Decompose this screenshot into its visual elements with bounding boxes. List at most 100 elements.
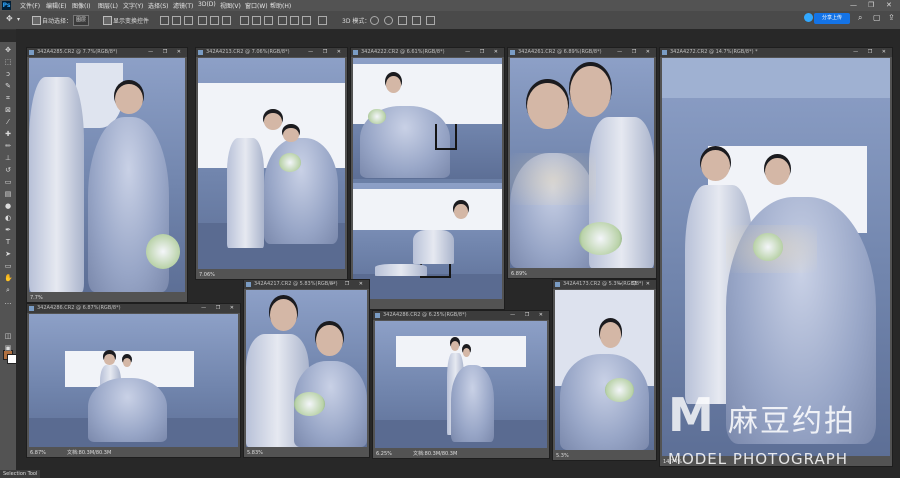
auto-select-dropdown[interactable]: 图层 (73, 15, 90, 26)
align-right-icon[interactable] (184, 16, 193, 25)
zoom-icon[interactable]: ⌕ (4, 286, 12, 294)
window-controls[interactable]: — ❐ ✕ (201, 304, 238, 313)
zoom-level[interactable]: 5.83% (247, 450, 263, 456)
search-icon[interactable]: ⌕ (858, 13, 862, 23)
align-top-icon[interactable] (198, 16, 207, 25)
eraser-icon[interactable]: ▭ (4, 178, 12, 186)
crop-icon[interactable]: ⌗ (4, 94, 12, 102)
align-middle-icon[interactable] (210, 16, 219, 25)
photo-canvas[interactable] (29, 314, 238, 447)
document-window[interactable]: 342A4286.CR2 @ 6.87%(RGB/8*) — ❐ ✕ 6.87%… (26, 303, 241, 458)
zoom-level[interactable]: 5.3% (556, 453, 569, 459)
quick-select-icon[interactable]: ✎ (4, 82, 12, 90)
document-window[interactable]: 342A4213.CR2 @ 7.06%(RGB/8*) — ❐ ✕ 7.06% (195, 47, 348, 280)
menu-help[interactable]: 帮助(H) (270, 1, 291, 10)
menu-image[interactable]: 图像(I) (72, 1, 90, 10)
share-icon[interactable]: ⇪ (888, 13, 895, 22)
move-icon[interactable]: ✥ (4, 46, 12, 54)
blur-icon[interactable]: ● (4, 202, 12, 210)
photo-canvas[interactable] (198, 58, 345, 269)
menu-3d[interactable]: 3D(D) (198, 1, 216, 8)
zoom-level[interactable]: 6.89% (511, 271, 527, 277)
3d-pan-icon[interactable] (398, 16, 407, 25)
menu-edit[interactable]: 编辑(E) (46, 1, 66, 10)
3d-slide-icon[interactable] (412, 16, 421, 25)
path-select-icon[interactable]: ➤ (4, 250, 12, 258)
window-controls[interactable]: — ❐ ✕ (148, 48, 185, 57)
gradient-icon[interactable]: ▤ (4, 190, 12, 198)
share-upload-button[interactable]: 分享上传 (814, 13, 850, 24)
lasso-icon[interactable]: ↄ (4, 70, 12, 78)
align-left-icon[interactable] (160, 16, 169, 25)
align-bottom-icon[interactable] (222, 16, 231, 25)
history-brush-icon[interactable]: ↺ (4, 166, 12, 174)
screen-mode-icon[interactable]: ▣ (4, 344, 12, 352)
healing-icon[interactable]: ✚ (4, 130, 12, 138)
pen-icon[interactable]: ✒ (4, 226, 12, 234)
eyedropper-icon[interactable]: ⁄ (4, 118, 12, 126)
auto-align-icon[interactable] (318, 16, 327, 25)
align-center-icon[interactable] (172, 16, 181, 25)
window-controls[interactable]: — ❐ ✕ (465, 48, 502, 57)
hand-icon[interactable]: ✋ (4, 274, 13, 282)
document-window[interactable]: 342A4261.CR2 @ 6.89%(RGB/8*) — ❐ ✕ 6.89% (507, 47, 657, 279)
stamp-icon[interactable]: ⊥ (4, 154, 12, 162)
distribute-right-icon[interactable] (302, 16, 311, 25)
3d-roll-icon[interactable] (384, 16, 393, 25)
document-window[interactable]: 342A4217.CR2 @ 5.83%(RGB/8*) — ❐ ✕ 5.83% (243, 279, 370, 458)
window-controls[interactable]: — ❐ ✕ (308, 48, 345, 57)
document-window[interactable]: 342A4222.CR2 @ 6.61%(RGB/8*) — ❐ ✕ (350, 47, 505, 310)
photo-canvas[interactable] (29, 58, 185, 292)
menu-view[interactable]: 视图(V) (220, 1, 241, 10)
document-window[interactable]: 342A4286.CR2 @ 6.25%(RGB/8*) — ❐ ✕ 6.25%… (372, 310, 550, 459)
window-controls[interactable]: — ❐ ✕ (617, 280, 654, 289)
menu-file[interactable]: 文件(F) (20, 1, 40, 10)
zoom-level[interactable]: 7.7% (30, 295, 43, 301)
distribute-top-icon[interactable] (240, 16, 249, 25)
distribute-middle-icon[interactable] (252, 16, 261, 25)
menu-select[interactable]: 选择(S) (148, 1, 169, 10)
window-controls[interactable]: — ❐ ✕ (510, 311, 547, 320)
menu-type[interactable]: 文字(Y) (123, 1, 143, 10)
document-size[interactable]: 文档:80.3M/80.3M (67, 449, 111, 456)
maximize-icon[interactable]: ❐ (868, 1, 874, 9)
3d-rotate-icon[interactable] (370, 16, 379, 25)
distribute-left-icon[interactable] (278, 16, 287, 25)
auto-select-checkbox[interactable] (32, 16, 41, 25)
window-controls[interactable]: — ❐ ✕ (617, 48, 654, 57)
photo-canvas[interactable] (246, 290, 367, 447)
3d-scale-icon[interactable] (426, 16, 435, 25)
rectangle-icon[interactable]: ▭ (4, 262, 12, 270)
move-tool-icon[interactable]: ✥ (6, 14, 13, 23)
frame-icon[interactable]: ⊠ (4, 106, 12, 114)
marquee-icon[interactable]: ⬚ (4, 58, 12, 66)
more-icon[interactable]: … (4, 298, 12, 306)
distribute-center-icon[interactable] (290, 16, 299, 25)
quick-mask-icon[interactable]: ◫ (4, 332, 12, 340)
window-controls[interactable]: — ❐ ✕ (330, 280, 367, 289)
photo-canvas[interactable] (375, 321, 547, 448)
dodge-icon[interactable]: ◐ (4, 214, 12, 222)
document-window[interactable]: 342A4285.CR2 @ 7.7%(RGB/8*) — ❐ ✕ 7.7% (26, 47, 188, 303)
type-icon[interactable]: T (4, 238, 12, 246)
distribute-bottom-icon[interactable] (264, 16, 273, 25)
brush-icon[interactable]: ✏ (4, 142, 12, 150)
document-size[interactable]: 文档:80.3M/80.3M (413, 450, 457, 457)
menu-layer[interactable]: 图层(L) (98, 1, 118, 10)
zoom-level[interactable]: 6.87% (30, 450, 46, 456)
window-controls[interactable]: — ❐ ✕ (853, 48, 890, 57)
document-window[interactable]: 342A4173.CR2 @ 5.3%(RGB/8*) — ❐ ✕ 5.3% (552, 279, 657, 461)
menu-filter[interactable]: 滤镜(T) (173, 1, 193, 10)
zoom-level[interactable]: 6.25% (376, 451, 392, 457)
zoom-level[interactable]: 7.06% (199, 272, 215, 278)
photo-canvas[interactable] (510, 58, 654, 268)
tools-panel: ✥ ⬚ ↄ ✎ ⌗ ⊠ ⁄ ✚ ✏ ⊥ ↺ ▭ ▤ ● ◐ ✒ T ➤ ▭ ✋ … (0, 42, 17, 478)
minimize-icon[interactable]: — (850, 1, 857, 9)
menu-window[interactable]: 窗口(W) (245, 1, 268, 10)
workspace-icon[interactable]: ▢ (873, 13, 881, 22)
photo-canvas[interactable] (353, 58, 502, 299)
photo-canvas[interactable] (555, 290, 654, 450)
show-transform-checkbox[interactable] (103, 16, 112, 25)
close-icon[interactable]: ✕ (886, 1, 892, 9)
chevron-down-icon[interactable]: ▾ (17, 16, 20, 23)
